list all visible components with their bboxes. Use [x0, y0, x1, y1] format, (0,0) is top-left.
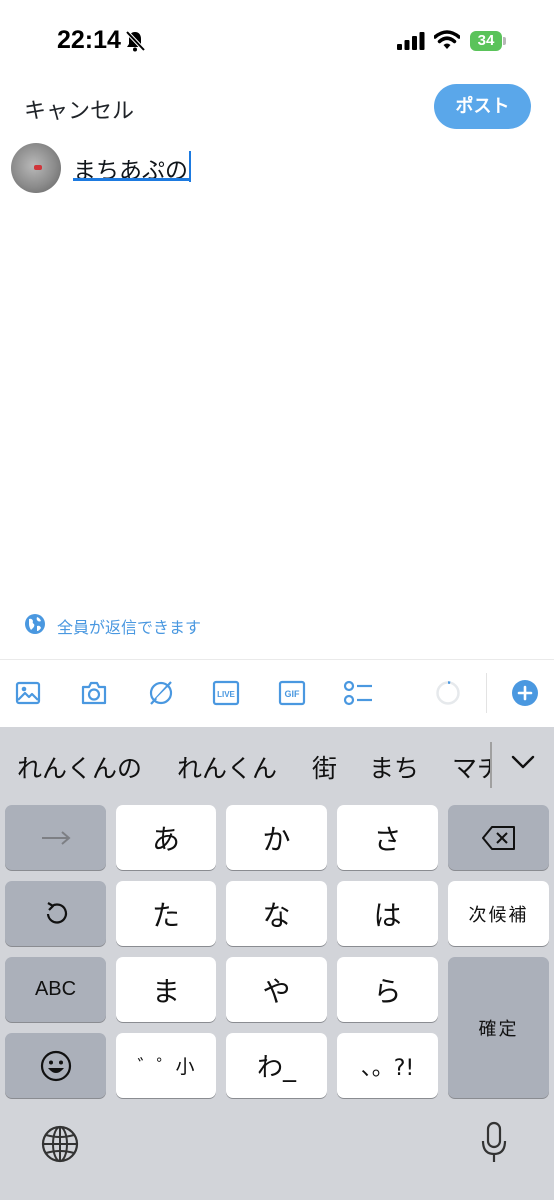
signal-icon: [397, 32, 425, 50]
backspace-icon: [481, 825, 515, 850]
candidate-item[interactable]: れんくんの: [17, 749, 142, 785]
candidate-separator: [490, 742, 492, 788]
confirm-key[interactable]: 確定: [448, 957, 549, 1098]
cancel-button[interactable]: キャンセル: [24, 93, 134, 125]
battery-indicator: 34: [470, 31, 502, 51]
gif-icon[interactable]: GIF: [276, 677, 308, 709]
battery-cap: [503, 37, 506, 45]
key-ra[interactable]: ら: [337, 957, 438, 1022]
key-na[interactable]: な: [226, 881, 327, 946]
undo-icon: [46, 901, 67, 924]
key-ka[interactable]: か: [226, 805, 327, 870]
key-wa[interactable]: わ_: [226, 1033, 327, 1098]
grok-icon[interactable]: [145, 677, 177, 709]
key-ya[interactable]: や: [226, 957, 327, 1022]
post-button[interactable]: ポスト: [434, 84, 531, 129]
toolbar-separator: [486, 673, 487, 713]
wifi-icon: [434, 30, 460, 49]
status-time: 22:14: [57, 26, 121, 54]
candidate-item[interactable]: まち: [369, 749, 419, 785]
key-ha[interactable]: は: [337, 881, 438, 946]
live-icon-label: LIVE: [217, 690, 235, 699]
avatar-detail: [34, 165, 42, 170]
gif-icon-label: GIF: [285, 689, 301, 699]
abc-key[interactable]: ABC: [5, 957, 106, 1022]
avatar[interactable]: [11, 143, 61, 193]
candidate-item[interactable]: れんくん: [177, 749, 277, 785]
toolbar-divider: [0, 659, 554, 660]
key-a[interactable]: あ: [116, 805, 216, 870]
camera-icon[interactable]: [78, 677, 110, 709]
arrow-right-key[interactable]: [5, 805, 106, 870]
live-icon[interactable]: LIVE: [210, 677, 242, 709]
undo-key[interactable]: [5, 881, 106, 946]
candidate-item[interactable]: マチ: [452, 749, 490, 785]
next-candidate-key[interactable]: 次候補: [448, 881, 549, 946]
image-icon[interactable]: [12, 677, 44, 709]
key-sa[interactable]: さ: [337, 805, 438, 870]
reply-setting-label[interactable]: 全員が返信できます: [57, 614, 201, 638]
add-post-icon[interactable]: [509, 677, 541, 709]
delete-key[interactable]: [448, 805, 549, 870]
key-ta[interactable]: た: [116, 881, 216, 946]
candidate-item[interactable]: 街: [312, 749, 337, 785]
key-dakuten[interactable]: ゛゜小: [116, 1033, 216, 1098]
poll-icon[interactable]: [342, 677, 374, 709]
text-caret: [189, 151, 191, 182]
marked-text-underline: [73, 178, 189, 181]
chevron-down-icon[interactable]: [510, 752, 536, 772]
key-punctuation[interactable]: 、。?!: [337, 1033, 438, 1098]
arrow-right-icon: [41, 830, 71, 845]
globe-icon[interactable]: [24, 613, 46, 635]
emoji-key[interactable]: [5, 1033, 106, 1098]
globe-keyboard-icon[interactable]: [40, 1124, 80, 1164]
character-counter-icon: [432, 677, 464, 709]
emoji-icon: [40, 1050, 71, 1081]
microphone-icon[interactable]: [480, 1121, 508, 1165]
silent-mode-icon: [125, 30, 146, 52]
key-ma[interactable]: ま: [116, 957, 216, 1022]
